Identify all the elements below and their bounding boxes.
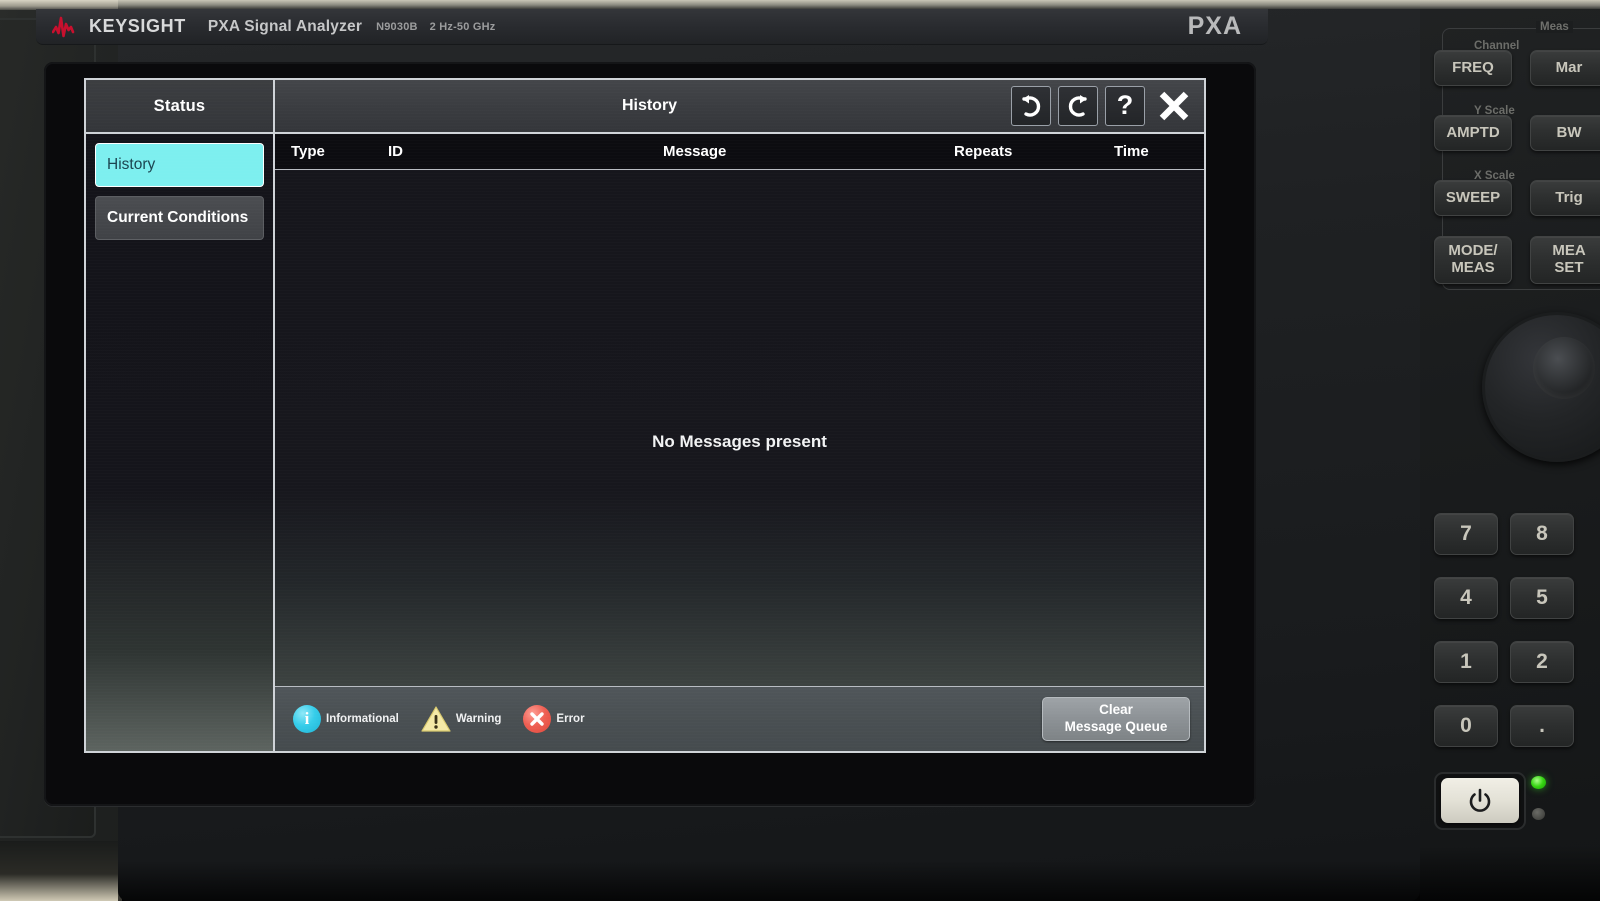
dialog-footer: i Informational Warning Error Clear Mess… — [275, 687, 1204, 751]
keypad-decimal[interactable]: . — [1510, 705, 1574, 747]
key-meas-setup[interactable]: MEA SET — [1530, 236, 1600, 284]
sidebar-item-label: Current Conditions — [107, 209, 249, 226]
keypad-1[interactable]: 1 — [1434, 641, 1498, 683]
undo-icon — [1022, 95, 1041, 117]
undo-button[interactable] — [1011, 86, 1051, 126]
column-header-id: ID — [388, 143, 403, 160]
group-label-meas: Meas — [1536, 21, 1573, 33]
legend-item-informational: i Informational — [293, 705, 399, 733]
pxa-badge: PXA — [1187, 12, 1242, 40]
legend-item-warning: Warning — [421, 705, 502, 733]
keypad-4[interactable]: 4 — [1434, 577, 1498, 619]
dialog-sidebar: History Current Conditions — [86, 132, 275, 751]
error-icon — [523, 705, 552, 733]
close-button[interactable] — [1152, 84, 1196, 128]
keypad-7[interactable]: 7 — [1434, 513, 1498, 555]
column-header-type: Type — [291, 143, 325, 160]
key-marker[interactable]: Mar — [1530, 50, 1600, 86]
legend-label-error: Error — [556, 713, 585, 725]
model-number: N9030B — [376, 20, 418, 33]
key-label: . — [1539, 714, 1545, 738]
power-button[interactable] — [1441, 778, 1519, 823]
brand-name: KEYSIGHT — [89, 16, 186, 36]
front-panel-top-lip — [118, 0, 1420, 9]
empty-state-message: No Messages present — [652, 432, 827, 451]
keypad-8[interactable]: 8 — [1510, 513, 1574, 555]
hardware-panel-bottom-shadow — [1420, 846, 1600, 901]
key-label: 5 — [1536, 586, 1548, 610]
legend-item-error: Error — [523, 705, 585, 733]
warning-icon — [421, 705, 451, 733]
clear-button-line1: Clear — [1099, 702, 1133, 718]
severity-legend: i Informational Warning Error — [293, 705, 600, 733]
key-label: Mar — [1555, 58, 1583, 76]
sidebar-item-history[interactable]: History — [95, 143, 264, 187]
key-label: 1 — [1460, 650, 1472, 674]
redo-button[interactable] — [1058, 86, 1098, 126]
rotary-knob-hub — [1533, 337, 1595, 399]
front-panel-bottom-shadow — [118, 861, 1420, 901]
key-label: Trig — [1555, 188, 1583, 206]
display-screen: Status History ? History Current Conditi… — [84, 78, 1206, 753]
sidebar-header-label: Status — [153, 96, 206, 115]
close-x-icon — [1159, 91, 1189, 121]
key-label: MEA SET — [1552, 242, 1586, 276]
titlebar-button-group: ? — [1011, 84, 1204, 128]
frequency-range: 2 Hz-50 GHz — [429, 20, 496, 33]
key-bw[interactable]: BW — [1530, 115, 1600, 151]
key-label: AMPTD — [1446, 123, 1500, 141]
column-header-time: Time — [1114, 143, 1149, 160]
info-icon: i — [293, 705, 321, 733]
key-trigger[interactable]: Trig — [1530, 180, 1600, 216]
brand-strip: KEYSIGHT PXA Signal Analyzer N9030B 2 Hz… — [36, 9, 1268, 45]
redo-icon — [1068, 95, 1087, 117]
power-led-green — [1531, 776, 1546, 789]
message-table-header: Type ID Message Repeats Time — [275, 132, 1204, 170]
question-mark-icon: ? — [1116, 89, 1134, 120]
keypad-0[interactable]: 0 — [1434, 705, 1498, 747]
status-dialog: Status History ? History Current Conditi… — [84, 78, 1206, 753]
keypad-5[interactable]: 5 — [1510, 577, 1574, 619]
power-icon — [1469, 788, 1491, 812]
key-label: MODE/ MEAS — [1448, 242, 1498, 276]
dialog-body: History Current Conditions Type ID Messa… — [86, 132, 1204, 751]
key-label: BW — [1556, 123, 1582, 141]
dialog-titlebar: History ? — [275, 80, 1204, 132]
key-freq[interactable]: FREQ — [1434, 50, 1512, 86]
key-label: 4 — [1460, 586, 1472, 610]
key-label: 8 — [1536, 522, 1548, 546]
legend-label-warning: Warning — [455, 713, 502, 725]
key-label: 7 — [1460, 522, 1472, 546]
message-table-body[interactable]: No Messages present — [275, 170, 1204, 687]
clear-message-queue-button[interactable]: Clear Message Queue — [1042, 697, 1190, 741]
screenshot-root: KEYSIGHT PXA Signal Analyzer N9030B 2 Hz… — [0, 0, 1600, 901]
key-amptd[interactable]: AMPTD — [1434, 115, 1512, 151]
legend-label-informational: Informational — [326, 713, 399, 725]
dialog-content: Type ID Message Repeats Time No Messages… — [275, 132, 1204, 751]
keysight-logo-icon — [52, 16, 75, 37]
sidebar-item-current-conditions[interactable]: Current Conditions — [95, 196, 264, 240]
product-name: PXA Signal Analyzer — [207, 17, 363, 35]
hardware-panel-top-lip — [1420, 0, 1600, 9]
sidebar-header: Status — [86, 80, 275, 132]
dialog-top-row: Status History ? — [86, 80, 1204, 132]
standby-led — [1532, 808, 1545, 820]
column-header-message: Message — [663, 143, 727, 160]
key-label: 2 — [1536, 650, 1548, 674]
key-label: SWEEP — [1445, 188, 1501, 206]
keypad-2[interactable]: 2 — [1510, 641, 1574, 683]
sidebar-item-label: History — [107, 156, 156, 173]
clear-button-line2: Message Queue — [1064, 719, 1168, 734]
key-sweep[interactable]: SWEEP — [1434, 180, 1512, 216]
help-button[interactable]: ? — [1105, 86, 1145, 126]
key-label: FREQ — [1452, 58, 1494, 76]
key-mode-meas[interactable]: MODE/ MEAS — [1434, 236, 1512, 284]
column-header-repeats: Repeats — [954, 143, 1013, 160]
key-label: 0 — [1460, 714, 1472, 738]
left-side-bottom-lip — [0, 841, 122, 901]
